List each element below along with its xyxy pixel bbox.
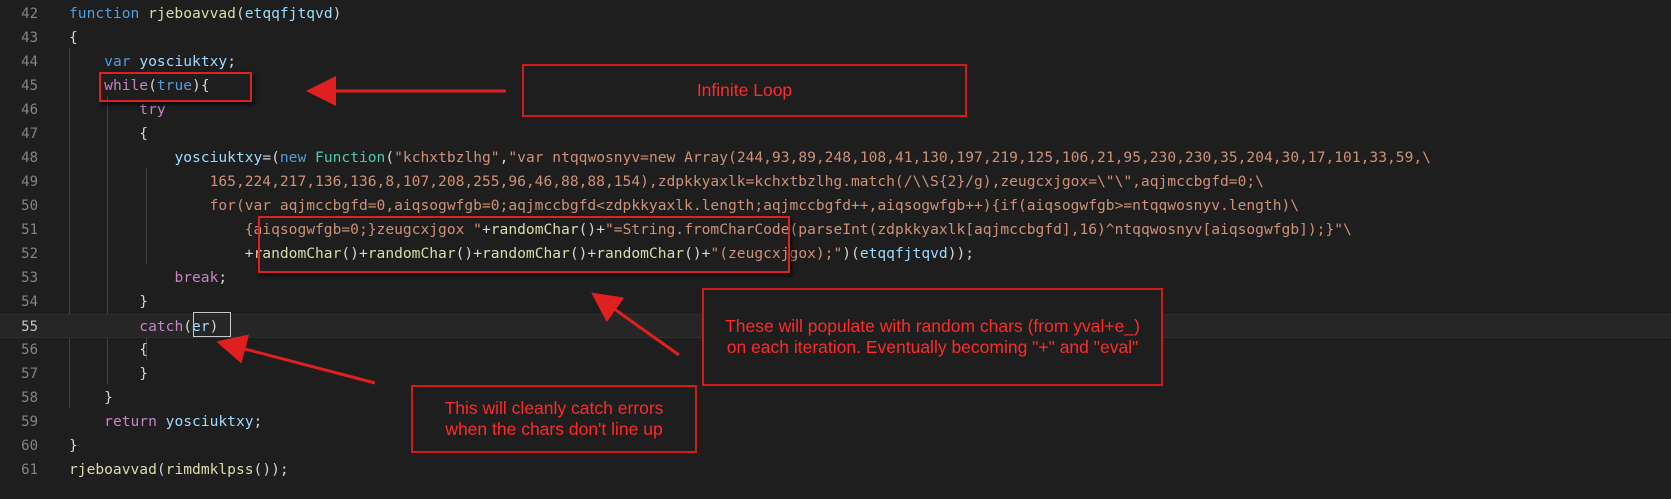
infinite-loop-callout: Infinite Loop: [522, 64, 967, 117]
arrow-catch: [216, 334, 376, 385]
arrow-random-chars: [591, 292, 680, 357]
catch-errors-callout: This will cleanly catch errors when the …: [411, 385, 697, 453]
infinite-loop-label: Infinite Loop: [696, 80, 793, 100]
catch-errors-label: This will cleanly catch errors when the …: [444, 398, 664, 439]
random-chars-label: These will populate with random chars (f…: [725, 316, 1140, 357]
random-chars-callout: These will populate with random chars (f…: [702, 288, 1163, 386]
